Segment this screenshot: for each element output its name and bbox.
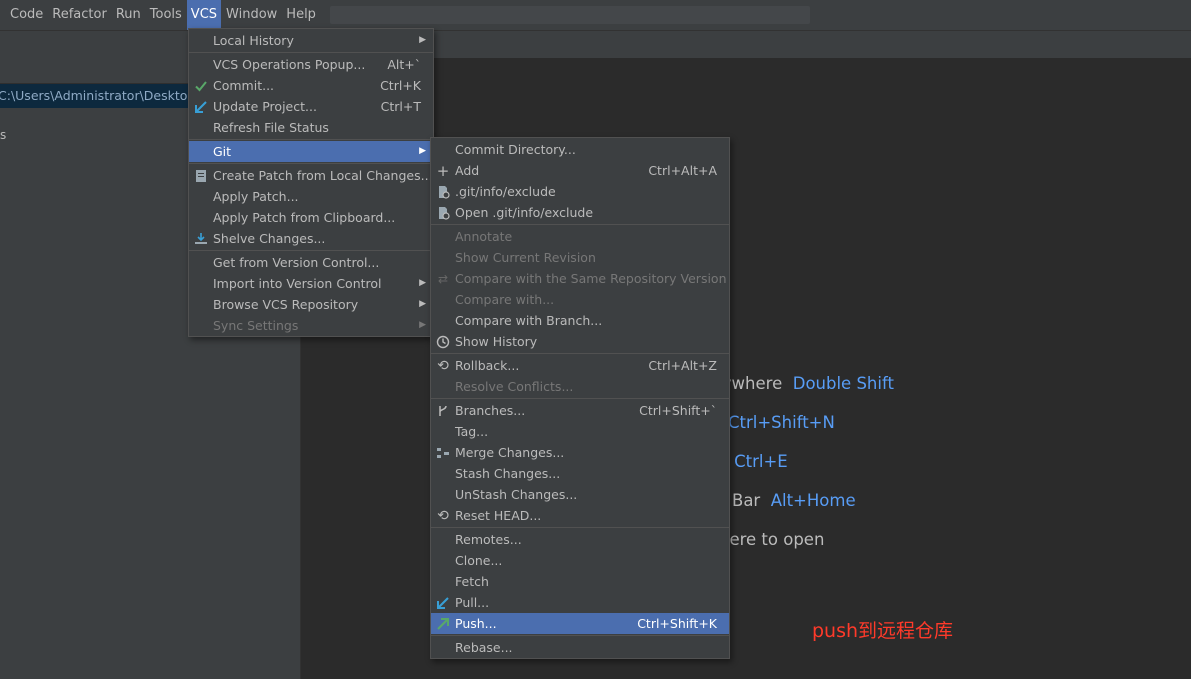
menu-item-compare-with-branch[interactable]: Compare with Branch... — [431, 310, 729, 331]
menu-item-vcs-operations-popup[interactable]: VCS Operations Popup... Alt+` — [189, 54, 433, 75]
menu-item-open-git-info-exclude[interactable]: Open .git/info/exclude — [431, 202, 729, 223]
patch-icon — [194, 169, 208, 183]
menu-item-commit-directory[interactable]: Commit Directory... — [431, 139, 729, 160]
menu-item-pull[interactable]: Pull... — [431, 592, 729, 613]
submenu-arrow-icon: ▶ — [419, 146, 426, 156]
menu-item-tag[interactable]: Tag... — [431, 421, 729, 442]
menu-item-compare-same-repo-version[interactable]: ⇄ Compare with the Same Repository Versio… — [431, 268, 729, 289]
menu-item-import-into-vc[interactable]: Import into Version Control ▶ — [189, 273, 433, 294]
undo-icon: ⟲ — [437, 508, 449, 524]
project-path: C:\Users\Administrator\Desktop\ — [0, 88, 200, 103]
menu-item-apply-patch-clipboard[interactable]: Apply Patch from Clipboard... — [189, 207, 433, 228]
blurred-title — [330, 6, 810, 24]
menu-separator — [189, 163, 433, 164]
submenu-arrow-icon: ▶ — [419, 35, 426, 45]
menu-separator — [431, 398, 729, 399]
menu-refactor[interactable]: Refactor — [48, 0, 111, 30]
menu-item-refresh-file-status[interactable]: Refresh File Status — [189, 117, 433, 138]
git-submenu: Commit Directory... + Add Ctrl+Alt+A .git/… — [430, 137, 730, 659]
menu-run[interactable]: Run — [112, 0, 145, 30]
hint-search-everywhere: rywhere Double Shift — [715, 374, 894, 393]
menu-item-fetch[interactable]: Fetch — [431, 571, 729, 592]
menu-item-shelve-changes[interactable]: Shelve Changes... — [189, 228, 433, 249]
menu-item-rollback[interactable]: ⟲ Rollback... Ctrl+Alt+Z — [431, 355, 729, 376]
menu-separator — [189, 139, 433, 140]
compare-icon: ⇄ — [437, 272, 449, 286]
menu-help[interactable]: Help — [282, 0, 320, 30]
navigation-bar — [0, 30, 1191, 59]
pull-arrow-icon — [436, 596, 450, 610]
menu-item-push[interactable]: Push... Ctrl+Shift+K — [431, 613, 729, 634]
commit-check-icon — [194, 79, 208, 93]
shelve-icon — [194, 232, 208, 246]
submenu-arrow-icon: ▶ — [419, 299, 426, 309]
annotation-text: push到远程仓库 — [812, 620, 954, 642]
hint-navigation-bar: Bar Alt+Home — [732, 491, 856, 510]
push-arrow-icon — [436, 617, 450, 631]
menu-item-unstash-changes[interactable]: UnStash Changes... — [431, 484, 729, 505]
menu-item-browse-vcs[interactable]: Browse VCS Repository ▶ — [189, 294, 433, 315]
menu-item-remotes[interactable]: Remotes... — [431, 529, 729, 550]
file-ignore-icon — [436, 206, 450, 220]
menu-item-annotate[interactable]: Annotate — [431, 226, 729, 247]
menu-separator — [431, 353, 729, 354]
menu-item-clone[interactable]: Clone... — [431, 550, 729, 571]
menu-item-merge-changes[interactable]: Merge Changes... — [431, 442, 729, 463]
menu-window[interactable]: Window — [222, 0, 281, 30]
submenu-arrow-icon: ▶ — [419, 278, 426, 288]
clock-icon — [436, 335, 450, 349]
menu-item-git[interactable]: Git ▶ — [189, 141, 433, 162]
menu-item-stash-changes[interactable]: Stash Changes... — [431, 463, 729, 484]
menu-item-show-history[interactable]: Show History — [431, 331, 729, 352]
menu-item-resolve-conflicts[interactable]: Resolve Conflicts... — [431, 376, 729, 397]
menu-item-local-history[interactable]: Local History ▶ — [189, 30, 433, 51]
hint-drop-files: here to open — [719, 530, 825, 549]
menu-item-reset-head[interactable]: ⟲ Reset HEAD... — [431, 505, 729, 526]
update-arrow-icon — [194, 100, 208, 114]
menu-separator — [189, 250, 433, 251]
merge-icon — [436, 446, 450, 460]
submenu-arrow-icon: ▶ — [419, 320, 426, 330]
menu-separator — [431, 635, 729, 636]
undo-icon: ⟲ — [437, 358, 449, 374]
menu-item-get-from-vc[interactable]: Get from Version Control... — [189, 252, 433, 273]
hint-goto-file: Ctrl+Shift+N — [728, 413, 835, 432]
menu-item-show-current-revision[interactable]: Show Current Revision — [431, 247, 729, 268]
menu-separator — [189, 52, 433, 53]
menu-item-sync-settings[interactable]: Sync Settings ▶ — [189, 315, 433, 336]
vcs-dropdown-menu: Local History ▶ VCS Operations Popup... Al… — [188, 28, 434, 337]
menu-separator — [431, 224, 729, 225]
menu-item-compare-with[interactable]: Compare with... — [431, 289, 729, 310]
menu-item-apply-patch[interactable]: Apply Patch... — [189, 186, 433, 207]
menu-item-add[interactable]: + Add Ctrl+Alt+A — [431, 160, 729, 181]
menu-item-commit[interactable]: Commit... Ctrl+K — [189, 75, 433, 96]
main-menu-bar: Code Refactor Run Tools VCS Window Help — [0, 0, 1191, 30]
menu-separator — [431, 527, 729, 528]
menu-tools[interactable]: Tools — [146, 0, 186, 30]
menu-item-branches[interactable]: Branches... Ctrl+Shift+` — [431, 400, 729, 421]
menu-item-create-patch[interactable]: Create Patch from Local Changes... — [189, 165, 433, 186]
project-tree-item[interactable]: s — [0, 128, 6, 142]
menu-item-update-project[interactable]: Update Project... Ctrl+T — [189, 96, 433, 117]
menu-item-rebase[interactable]: Rebase... — [431, 637, 729, 658]
branch-icon — [436, 404, 450, 418]
file-ignore-icon — [436, 185, 450, 199]
menu-code[interactable]: Code — [6, 0, 47, 30]
menu-item-git-info-exclude[interactable]: .git/info/exclude — [431, 181, 729, 202]
menu-vcs[interactable]: VCS — [186, 0, 222, 30]
plus-icon: + — [436, 162, 450, 180]
